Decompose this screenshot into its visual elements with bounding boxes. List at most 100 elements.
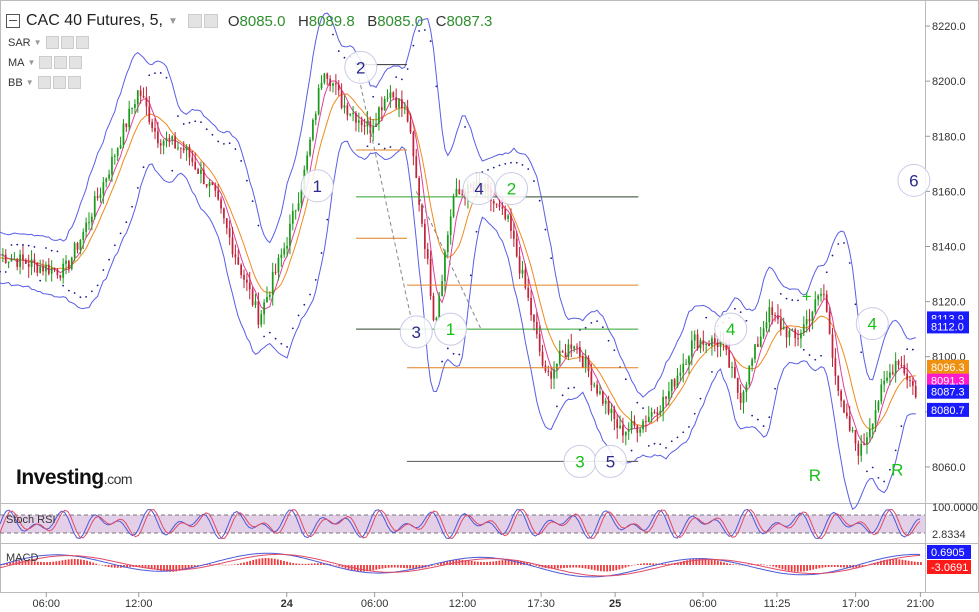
candle-body — [254, 301, 257, 305]
macd-histogram-bar — [470, 560, 473, 565]
wave-label: 2 — [507, 180, 516, 199]
menu-icon[interactable] — [6, 14, 20, 28]
candle-body — [507, 215, 509, 219]
candle-body — [794, 329, 797, 339]
sar-dot — [900, 425, 903, 428]
chevron-down-icon[interactable]: ▼ — [26, 78, 34, 87]
candle-body — [409, 121, 412, 133]
candle-body — [306, 155, 309, 170]
chevron-down-icon[interactable]: ▼ — [168, 16, 178, 27]
candle-body — [211, 182, 214, 185]
indicator-row-bb[interactable]: BB ▼ — [8, 76, 83, 89]
candle-body — [627, 429, 630, 432]
macd-histogram-bar — [95, 563, 98, 565]
sar-dot — [682, 431, 685, 434]
chevron-down-icon[interactable]: ▼ — [28, 58, 36, 67]
candle-body — [134, 104, 136, 108]
candle-body — [889, 372, 891, 378]
candle-body — [177, 147, 179, 149]
candle-body — [564, 352, 567, 357]
candle-body — [541, 351, 544, 366]
macd-histogram-bar — [824, 565, 827, 568]
macd-histogram-bar — [612, 565, 615, 571]
macd-histogram-bar — [264, 558, 267, 565]
candle-body — [217, 190, 220, 200]
macd-histogram-bar — [396, 565, 399, 568]
close-icon[interactable] — [75, 36, 89, 49]
candle-body — [56, 269, 59, 276]
stoch-rsi-label[interactable]: Stoch RSI — [6, 514, 56, 526]
wave-label: 4 — [474, 180, 483, 199]
candle-body — [622, 425, 624, 436]
x-tick-label: 06:00 — [32, 598, 60, 610]
copy-icon[interactable] — [60, 36, 74, 49]
chart-canvas[interactable]: 8060.08080.08100.08120.08140.08160.08180… — [0, 0, 979, 612]
sar-dot — [223, 142, 225, 145]
wave-label: 1 — [446, 320, 455, 339]
copy-icon[interactable] — [203, 14, 218, 28]
candle-body — [398, 99, 400, 108]
copy-icon[interactable] — [52, 76, 66, 89]
candle-body — [538, 334, 541, 352]
macd-histogram-bar — [713, 559, 716, 565]
candle-body — [151, 122, 154, 128]
chevron-down-icon[interactable]: ▼ — [34, 38, 42, 47]
candle-body — [581, 356, 584, 368]
macd-histogram-bar — [800, 565, 802, 572]
settings-icon[interactable] — [45, 36, 59, 49]
macd-histogram-bar — [273, 558, 276, 565]
candle-body — [461, 194, 464, 196]
close-icon[interactable] — [69, 56, 83, 69]
y-tick-label: 8140.0 — [932, 241, 966, 253]
candle-body — [412, 132, 415, 157]
candle-body — [99, 194, 102, 198]
candle-body — [647, 416, 650, 423]
candle-body — [570, 344, 573, 349]
candle-body — [248, 282, 251, 290]
candle-body — [234, 254, 237, 258]
sar-dot — [739, 311, 742, 313]
macd-histogram-bar — [483, 561, 485, 565]
x-tick-label: 17:30 — [527, 598, 555, 610]
candle-body — [162, 140, 165, 146]
candle-body — [871, 423, 874, 429]
macd-histogram-bar — [793, 565, 796, 572]
macd-label[interactable]: MACD — [6, 552, 38, 564]
candle-body — [415, 156, 418, 179]
macd-histogram-bar — [412, 565, 415, 569]
candle-body — [76, 243, 79, 250]
candle-body — [909, 380, 911, 382]
candle-body — [779, 319, 782, 330]
settings-icon[interactable] — [37, 76, 51, 89]
macd-histogram-bar — [400, 565, 402, 568]
candle-body — [243, 274, 245, 280]
macd-histogram-bar — [821, 565, 824, 568]
x-tick-label: 06:00 — [361, 598, 389, 610]
candle-body — [630, 421, 633, 430]
candle-body — [596, 384, 598, 394]
sar-dot — [848, 262, 851, 264]
candle-body — [314, 114, 317, 120]
sar-dot — [871, 466, 874, 469]
settings-icon[interactable] — [39, 56, 53, 69]
close-icon[interactable] — [67, 76, 81, 89]
candle-body — [188, 146, 191, 158]
candle-body — [283, 248, 286, 255]
moving-average-slow — [0, 93, 916, 430]
ohlc-bid-value: 8085.0 — [377, 12, 424, 30]
y-tick-label: 8180.0 — [932, 131, 966, 143]
copy-icon[interactable] — [54, 56, 68, 69]
candle-body — [139, 90, 142, 96]
wave-label: 3 — [575, 452, 584, 471]
settings-icon[interactable] — [187, 14, 202, 28]
x-tick-label: 21:00 — [907, 598, 935, 610]
candle-body — [696, 334, 699, 349]
candle-body — [711, 338, 713, 347]
candle-body — [840, 390, 842, 401]
candle-body — [53, 267, 56, 270]
indicator-row-ma[interactable]: MA ▼ — [8, 56, 84, 69]
candle-body — [642, 421, 644, 430]
indicator-row-sar[interactable]: SAR ▼ — [8, 36, 91, 49]
ohlc-high-key: H — [297, 12, 309, 30]
candle-body — [636, 425, 639, 433]
